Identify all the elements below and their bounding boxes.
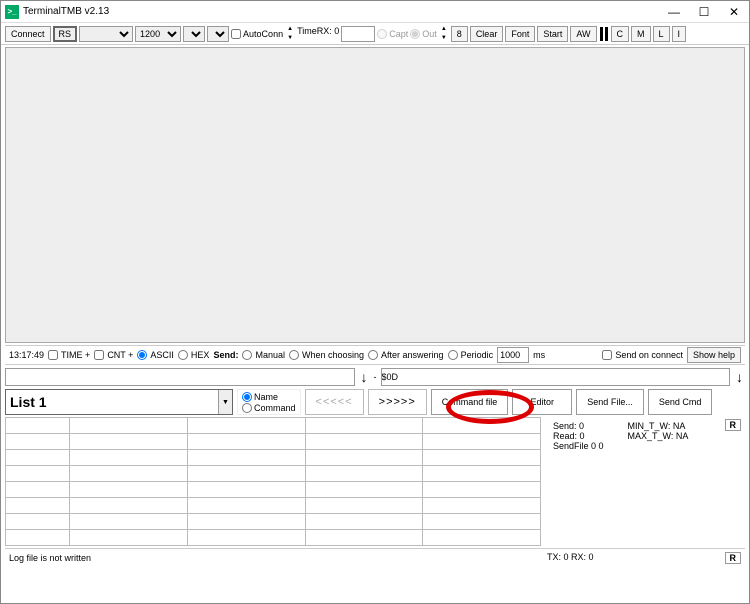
autoconn-up-icon[interactable]: ▲ (285, 26, 295, 33)
table-row (6, 482, 541, 498)
autoconn-checkbox[interactable]: AutoConn (231, 26, 283, 42)
action-row: List 1 ▼ Name Command <<<<< >>>>> Comman… (5, 389, 745, 415)
l-button[interactable]: L (653, 26, 670, 42)
period-input[interactable] (497, 347, 529, 363)
cmd-updown-icon[interactable]: ↓ (359, 369, 370, 385)
clear-button[interactable]: Clear (470, 26, 504, 42)
port-select[interactable] (79, 26, 133, 42)
spin-up-icon[interactable]: ▲ (439, 26, 449, 33)
start-button[interactable]: Start (537, 26, 568, 42)
stopbits-select[interactable]: 1 (207, 26, 229, 42)
connect-button[interactable]: Connect (5, 26, 51, 42)
periodic-radio[interactable]: Periodic (448, 350, 494, 360)
table-row (6, 450, 541, 466)
clock-label: 13:17:49 (9, 350, 44, 360)
lower-panel: R Send: 0 Read: 0 SendFile 0 0 MIN_T_W: … (5, 417, 745, 546)
max-tw-label: MAX_T_W: NA (628, 431, 689, 441)
reset-txrx-button[interactable]: R (725, 552, 742, 564)
rs-button[interactable]: RS (53, 26, 78, 42)
name-command-radios: Name Command (237, 389, 301, 415)
table-row (6, 418, 541, 434)
log-status-label: Log file is not written (5, 553, 541, 563)
send-count-label: Send: 0 (553, 421, 604, 431)
next-button[interactable]: >>>>> (368, 389, 427, 415)
table-row (6, 498, 541, 514)
hex-radio[interactable]: HEX (178, 350, 210, 360)
close-button[interactable]: ✕ (719, 2, 749, 22)
baud-select[interactable]: 1200 (135, 26, 181, 42)
time-plus-checkbox[interactable]: TIME + (48, 350, 90, 360)
send-on-connect-checkbox[interactable]: Send on connect (602, 350, 683, 360)
window-title: TerminalTMB v2.13 (23, 6, 109, 17)
toolbar: Connect RS 1200 8 1 AutoConn ▲ ▼ TimeRX:… (1, 23, 749, 45)
statusbar: Log file is not written TX: 0 RX: 0 R (5, 548, 745, 566)
spin-down-icon[interactable]: ▼ (439, 35, 449, 42)
when-choosing-radio[interactable]: When choosing (289, 350, 364, 360)
table-row (6, 514, 541, 530)
command-radio[interactable]: Command (242, 403, 296, 413)
autoconn-down-icon[interactable]: ▼ (285, 35, 295, 42)
timerx-label: TimeRX: 0 (297, 26, 339, 42)
editor-button[interactable]: Editor (512, 389, 572, 415)
after-answering-radio[interactable]: After answering (368, 350, 444, 360)
settings-row: 13:17:49 TIME + CNT + ASCII HEX Send: Ma… (5, 345, 745, 365)
chevron-down-icon: ▼ (218, 390, 232, 414)
table-row (6, 466, 541, 482)
ms-label: ms (533, 350, 545, 360)
manual-radio[interactable]: Manual (242, 350, 285, 360)
command-input[interactable] (5, 368, 355, 386)
cnt-plus-checkbox[interactable]: CNT + (94, 350, 133, 360)
show-help-button[interactable]: Show help (687, 347, 741, 363)
m-button[interactable]: M (631, 26, 651, 42)
command-input-row: ↓ - ↓ (5, 367, 745, 387)
send-file-button[interactable]: Send File... (576, 389, 644, 415)
ascii-radio[interactable]: ASCII (137, 350, 174, 360)
send-label: Send: (213, 350, 238, 360)
table-row (6, 434, 541, 450)
send-cmd-button[interactable]: Send Cmd (648, 389, 713, 415)
out-radio[interactable]: Out (410, 26, 437, 42)
suffix-updown-icon[interactable]: ↓ (734, 369, 745, 385)
timerx-input[interactable] (341, 26, 375, 42)
list-name-label: List 1 (10, 394, 47, 410)
name-radio[interactable]: Name (242, 392, 296, 402)
prev-button[interactable]: <<<<< (305, 389, 364, 415)
txrx-label: TX: 0 RX: 0 (547, 552, 594, 564)
window-controls: — ☐ ✕ (659, 2, 749, 22)
terminal-output[interactable] (5, 47, 745, 343)
sendfile-count-label: SendFile 0 0 (553, 441, 604, 451)
reset-stats-button[interactable]: R (725, 419, 742, 431)
minimize-button[interactable]: — (659, 2, 689, 22)
stats-panel: R Send: 0 Read: 0 SendFile 0 0 MIN_T_W: … (547, 417, 745, 546)
read-count-label: Read: 0 (553, 431, 604, 441)
command-grid-wrap (5, 417, 541, 546)
app-icon: >_ (5, 5, 19, 19)
c-button[interactable]: C (611, 26, 630, 42)
table-row (6, 530, 541, 546)
databits-select[interactable]: 8 (183, 26, 205, 42)
suffix-input[interactable] (381, 368, 731, 386)
font-button[interactable]: Font (505, 26, 535, 42)
eight-button[interactable]: 8 (451, 26, 468, 42)
i-button[interactable]: I (672, 26, 687, 42)
list-dropdown[interactable]: List 1 ▼ (5, 389, 233, 415)
maximize-button[interactable]: ☐ (689, 2, 719, 22)
prefix-label: - (374, 372, 377, 382)
pause-icon (599, 26, 609, 42)
command-file-button[interactable]: Command file (431, 389, 509, 415)
capt-radio[interactable]: Capt (377, 26, 408, 42)
min-tw-label: MIN_T_W: NA (628, 421, 689, 431)
command-grid[interactable] (5, 417, 541, 546)
titlebar: >_ TerminalTMB v2.13 — ☐ ✕ (1, 1, 749, 23)
aw-button[interactable]: AW (570, 26, 596, 42)
